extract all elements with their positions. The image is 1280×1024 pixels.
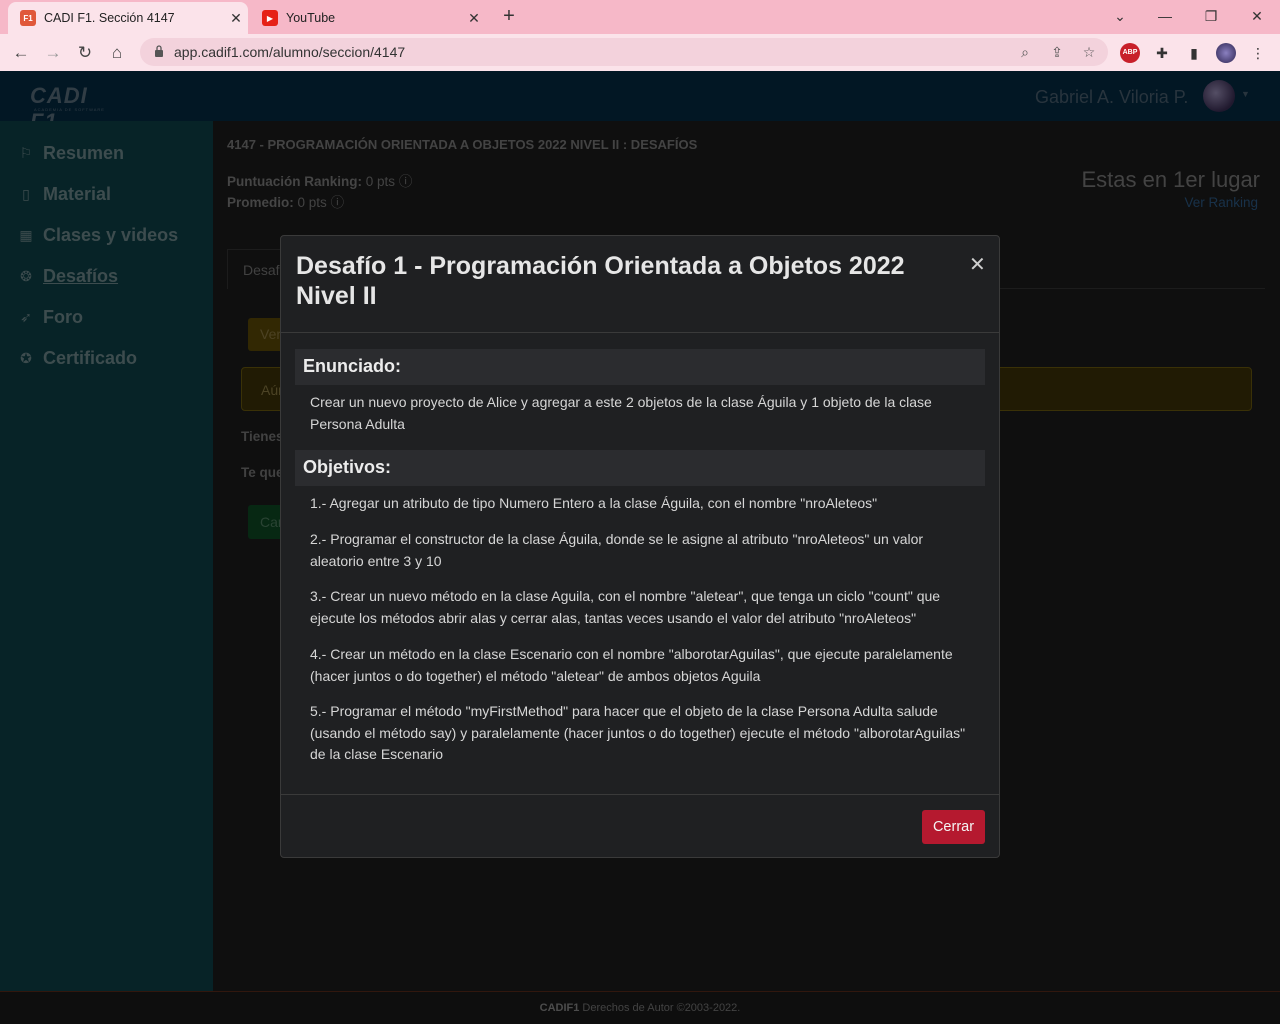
tab-search-icon[interactable]: ⌄: [1100, 4, 1140, 28]
share-icon[interactable]: ⇪: [1048, 43, 1066, 61]
kebab-menu-icon[interactable]: ⋮: [1248, 43, 1268, 63]
objetivo-item: 3.- Crear un nuevo método en la clase Ag…: [310, 588, 941, 626]
enunciado-text: Crear un nuevo proyecto de Alice y agreg…: [310, 394, 932, 432]
objetivo-item: 1.- Agregar un atributo de tipo Numero E…: [310, 495, 878, 511]
extensions-puzzle-icon[interactable]: ✚: [1152, 43, 1172, 63]
address-bar[interactable]: app.cadif1.com/alumno/seccion/4147 ⌕ ⇪ ☆: [140, 38, 1108, 66]
modal-title: Desafío 1 - Programación Orientada a Obj…: [296, 252, 905, 310]
challenge-modal: Desafío 1 - Programación Orientada a Obj…: [280, 235, 1000, 858]
browser-toolbar: ← → ↻ ⌂ app.cadif1.com/alumno/seccion/41…: [0, 34, 1280, 71]
lock-icon: [155, 45, 163, 57]
adblock-icon[interactable]: ABP: [1120, 43, 1140, 63]
back-icon[interactable]: ←: [8, 40, 34, 66]
cadi-favicon-icon: F1: [20, 10, 36, 26]
window-close-icon[interactable]: ✕: [1237, 4, 1277, 28]
browser-tab-cadi[interactable]: F1 CADI F1. Sección 4147 ✕: [8, 2, 248, 34]
browser-tab-youtube[interactable]: ▶ YouTube ✕: [250, 2, 486, 34]
home-icon[interactable]: ⌂: [104, 40, 130, 66]
restore-icon[interactable]: ❐: [1191, 4, 1231, 28]
new-tab-icon[interactable]: +: [498, 6, 520, 28]
profile-avatar-icon[interactable]: [1216, 43, 1236, 63]
minimize-icon[interactable]: —: [1145, 4, 1185, 28]
enunciado-heading: Enunciado:: [295, 349, 985, 385]
objetivo-item: 5.- Programar el método "myFirstMethod" …: [310, 703, 966, 762]
close-icon[interactable]: ✕: [462, 10, 486, 27]
forward-icon[interactable]: →: [40, 40, 66, 66]
tab-title: CADI F1. Sección 4147: [44, 11, 175, 25]
close-icon[interactable]: ✕: [969, 252, 986, 277]
cerrar-button[interactable]: Cerrar: [922, 810, 985, 844]
zoom-icon[interactable]: ⌕: [1016, 43, 1034, 61]
objetivo-item: 4.- Crear un método en la clase Escenari…: [310, 646, 953, 684]
objetivos-heading: Objetivos:: [295, 450, 985, 486]
bookmark-star-icon[interactable]: ☆: [1080, 43, 1098, 61]
youtube-favicon-icon: ▶: [262, 10, 278, 26]
modal-footer-divider: [281, 794, 999, 795]
side-panel-icon[interactable]: ▮: [1184, 43, 1204, 63]
objetivo-item: 2.- Programar el constructor de la clase…: [310, 531, 924, 569]
modal-header: Desafío 1 - Programación Orientada a Obj…: [281, 236, 999, 333]
browser-tabbar: F1 CADI F1. Sección 4147 ✕ ▶ YouTube ✕ +…: [0, 0, 1280, 34]
close-icon[interactable]: ✕: [224, 10, 248, 27]
reload-icon[interactable]: ↻: [72, 40, 98, 66]
tab-title: YouTube: [286, 11, 336, 25]
url-text: app.cadif1.com/alumno/seccion/4147: [174, 44, 406, 60]
